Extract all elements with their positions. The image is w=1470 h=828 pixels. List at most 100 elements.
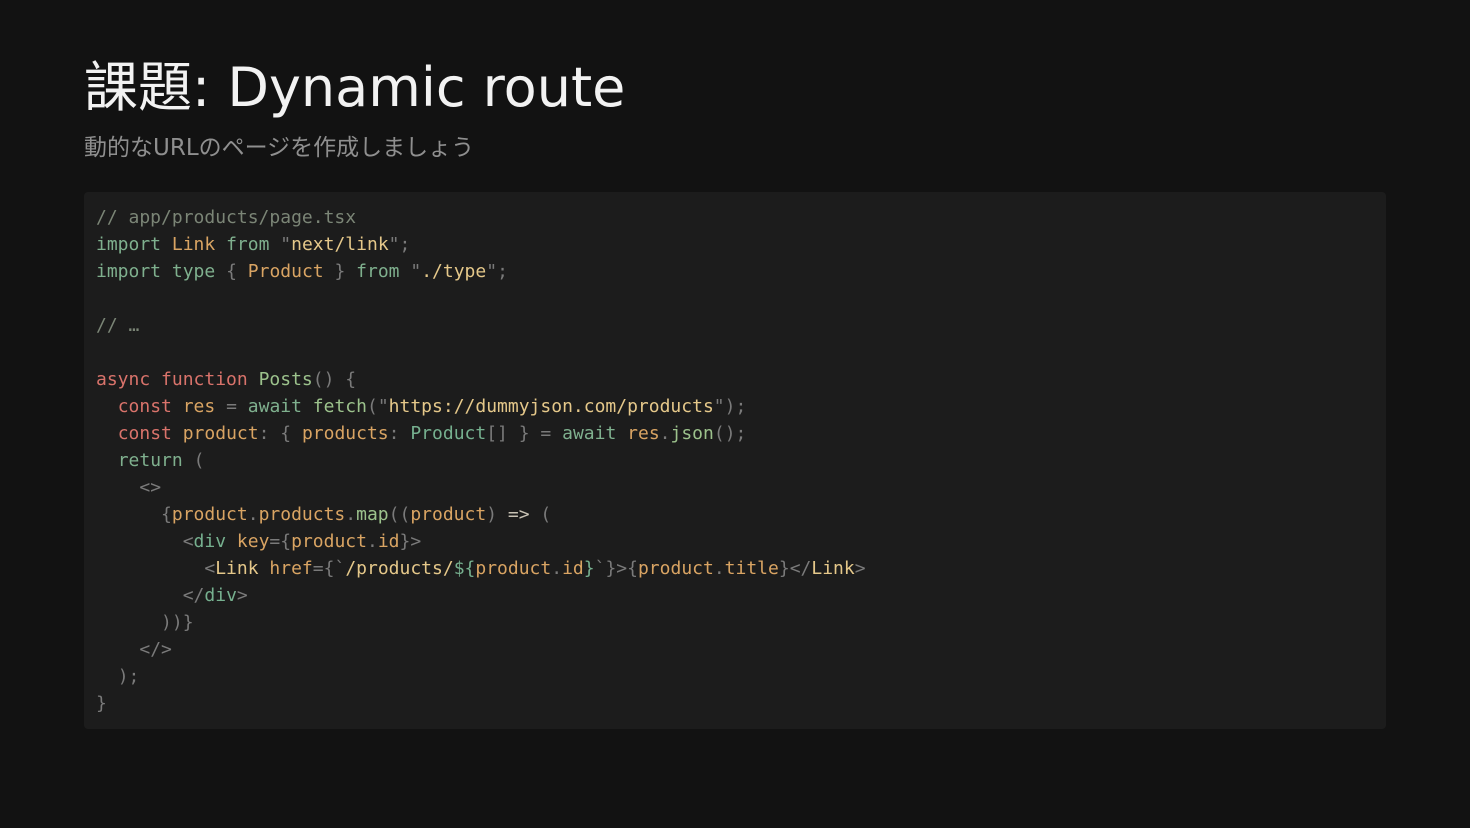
code-line: {product.products.map((product) => (	[96, 501, 1374, 528]
code-line: // …	[96, 312, 1374, 339]
code-token: </	[182, 585, 205, 606]
code-line: import Link from "next/link";	[96, 231, 1374, 258]
code-token: ${	[453, 558, 476, 579]
code-token: import	[96, 234, 162, 255]
code-token: );	[117, 666, 140, 687]
code-token: <	[204, 558, 216, 579]
code-token: products	[301, 423, 389, 444]
code-token: .	[366, 531, 378, 552]
code-line: <div key={product.id}>	[96, 528, 1374, 555]
code-line: ))}	[96, 609, 1374, 636]
code-token: =>	[507, 504, 530, 525]
code-token: .	[713, 558, 725, 579]
code-token: }	[334, 261, 346, 282]
code-token: <	[182, 531, 194, 552]
code-token: .	[551, 558, 563, 579]
code-token: []	[486, 423, 508, 444]
code-token: // app/products/page.tsx	[96, 207, 357, 228]
code-line: }	[96, 690, 1374, 717]
code-token: from	[356, 261, 400, 282]
code-token: type	[171, 261, 216, 282]
code-block: // app/products/page.tsx import Link from…	[84, 192, 1386, 729]
code-token: product	[291, 531, 367, 552]
code-token: =	[540, 423, 552, 444]
code-token: from	[226, 234, 270, 255]
code-token: </>	[139, 639, 172, 660]
code-token: return	[117, 450, 183, 471]
code-token: id	[562, 558, 584, 579]
code-token: :	[388, 423, 400, 444]
code-token: }>	[399, 531, 422, 552]
code-token: ={	[312, 558, 335, 579]
code-line: const product: { products: Product[] } =…	[96, 420, 1374, 447]
code-token: ./type	[421, 261, 487, 282]
code-token: fetch	[312, 396, 367, 417]
code-token: json	[670, 423, 714, 444]
code-token: product	[475, 558, 552, 579]
code-token: Link	[171, 234, 216, 255]
code-line: );	[96, 663, 1374, 690]
code-token: const	[117, 423, 172, 444]
code-line: return (	[96, 447, 1374, 474]
code-line: import type { Product } from "./type";	[96, 258, 1374, 285]
code-line: async function Posts() {	[96, 366, 1374, 393]
code-token: `	[594, 558, 606, 579]
code-token: await	[247, 396, 302, 417]
code-token: product	[637, 558, 714, 579]
code-token: Posts	[258, 369, 313, 390]
code-token: await	[562, 423, 617, 444]
code-token: ;	[497, 261, 508, 282]
code-token: res	[182, 396, 216, 417]
code-content: // app/products/page.tsx import Link from…	[96, 204, 1374, 717]
code-token: import	[96, 261, 162, 282]
code-token: >	[854, 558, 866, 579]
code-token: (	[193, 450, 205, 471]
code-line: // app/products/page.tsx	[96, 204, 1374, 231]
code-token: /products/	[345, 558, 454, 579]
code-token: title	[724, 558, 779, 579]
code-token: "	[388, 234, 400, 255]
code-token: {	[280, 423, 292, 444]
code-token: // …	[96, 315, 140, 336]
code-token: next/link	[291, 234, 389, 255]
code-line: const res = await fetch("https://dummyjs…	[96, 393, 1374, 420]
code-token: ();	[713, 423, 747, 444]
code-token: "	[486, 261, 498, 282]
code-token: :	[258, 423, 270, 444]
code-token: async	[96, 369, 151, 390]
code-token: Link	[215, 558, 259, 579]
code-token: product	[182, 423, 259, 444]
code-token: .	[247, 504, 259, 525]
code-token: }	[583, 558, 595, 579]
code-token: <>	[139, 477, 162, 498]
code-token: {	[345, 369, 357, 390]
code-token: )	[486, 504, 498, 525]
code-token: res	[627, 423, 660, 444]
